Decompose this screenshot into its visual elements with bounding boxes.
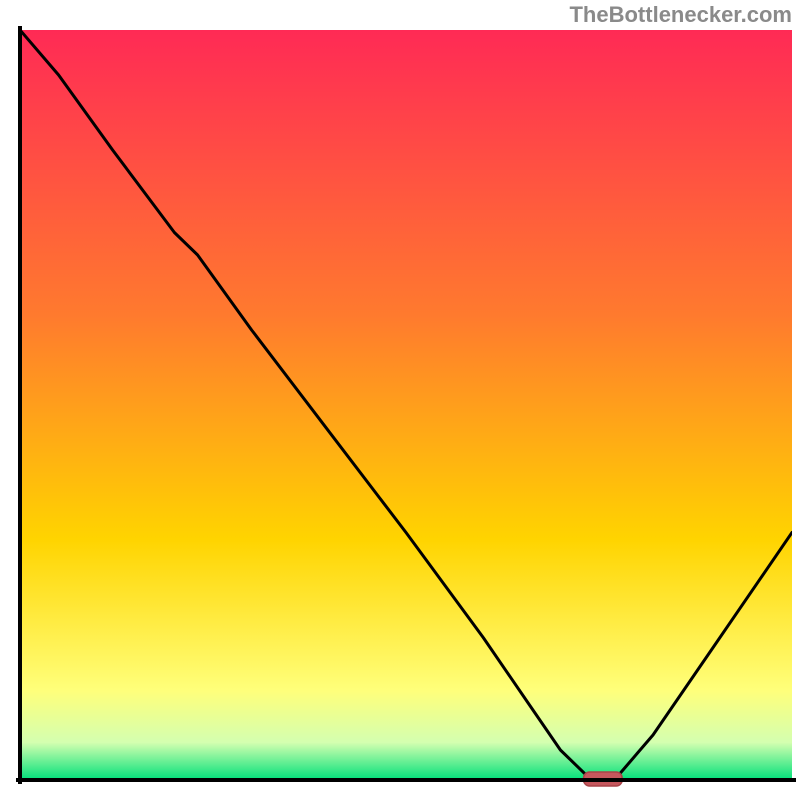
bottleneck-chart <box>0 0 800 800</box>
gradient-background <box>20 30 792 780</box>
attribution-label: TheBottlenecker.com <box>569 2 792 28</box>
chart-container: TheBottlenecker.com <box>0 0 800 800</box>
